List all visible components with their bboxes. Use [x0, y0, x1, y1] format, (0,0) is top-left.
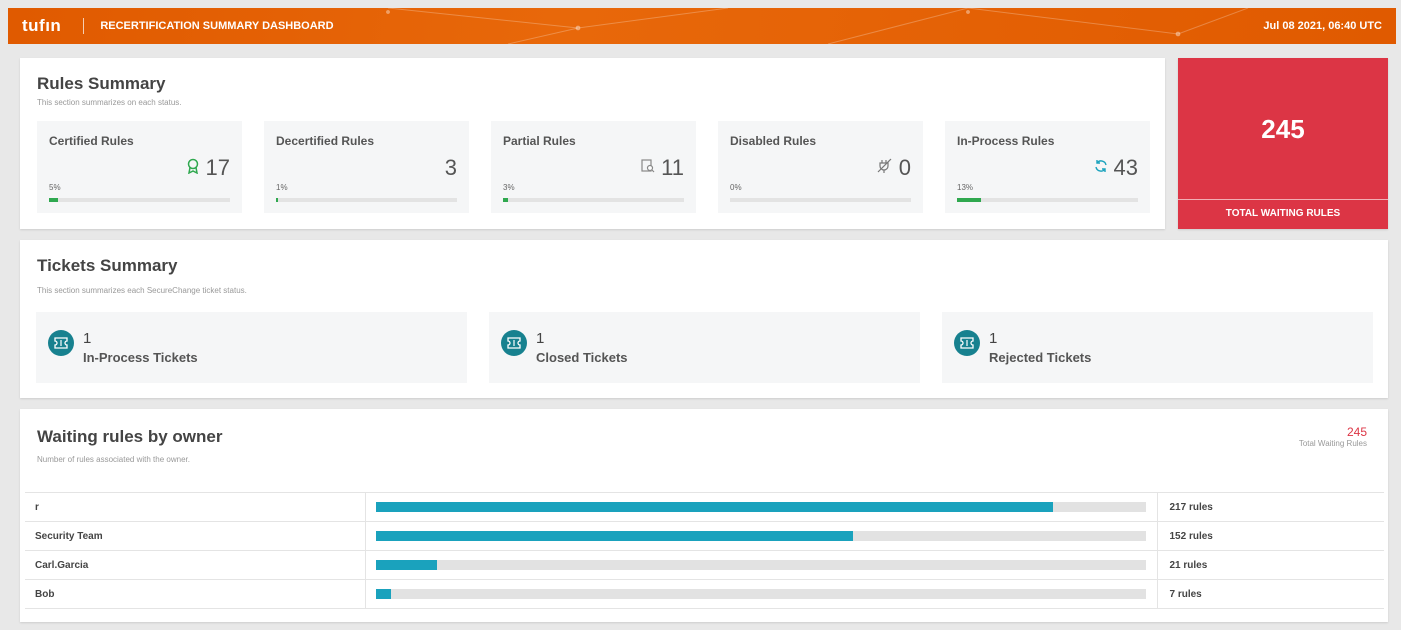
stat-certified-rules[interactable]: Certified Rules 17 5% [37, 121, 242, 213]
plug-off-icon [877, 158, 893, 178]
owner-total: 245 Total Waiting Rules [1299, 425, 1367, 448]
ticket-count: 1 [536, 330, 545, 347]
stat-in-process-rules[interactable]: In-Process Rules 43 13% [945, 121, 1150, 213]
owner-bar-cell [364, 492, 1158, 522]
header-datetime: Jul 08 2021, 06:40 UTC [1263, 20, 1382, 32]
owner-section-subtitle: Number of rules associated with the owne… [37, 455, 190, 464]
stat-disabled-rules[interactable]: Disabled Rules 0 0% [718, 121, 923, 213]
total-waiting-rules-card[interactable]: 245 TOTAL WAITING RULES [1178, 58, 1388, 229]
owner-bar-fill [375, 589, 391, 599]
ticket-icon [501, 330, 527, 356]
top-header: tufın RECERTIFICATION SUMMARY DASHBOARD … [8, 8, 1396, 44]
owner-name: Carl.Garcia [25, 550, 365, 580]
ticket-label: Rejected Tickets [989, 350, 1092, 365]
stat-progress-bar [49, 198, 230, 202]
header-divider [83, 18, 85, 34]
refresh-icon [1094, 159, 1108, 177]
ticket-count: 1 [83, 330, 92, 347]
stat-progress-fill [49, 198, 59, 202]
owner-name: r [25, 492, 365, 522]
owner-section-title: Waiting rules by owner [37, 427, 223, 446]
stat-decertified-rules[interactable]: Decertified Rules 3 1% [264, 121, 469, 213]
owner-bar-cell [364, 521, 1158, 551]
stat-label: In-Process Rules [957, 134, 1055, 148]
owner-table: r 217 rules Security Team 152 rules Carl… [25, 492, 1384, 609]
owner-total-label: Total Waiting Rules [1298, 439, 1367, 448]
table-row[interactable]: Security Team 152 rules [25, 521, 1384, 551]
owner-bar-fill [375, 531, 853, 541]
tufin-logo[interactable]: tufın [22, 16, 61, 36]
stat-value: 17 [205, 155, 230, 180]
stat-progress-bar [730, 198, 911, 202]
stat-label: Disabled Rules [730, 134, 817, 148]
owner-total-value: 245 [1346, 425, 1367, 439]
owner-bar-cell [364, 550, 1158, 580]
ribbon-award-icon [186, 158, 200, 178]
tickets-summary-title: Tickets Summary [37, 256, 178, 275]
table-row[interactable]: Bob 7 rules [25, 579, 1384, 609]
ticket-label: Closed Tickets [536, 350, 628, 365]
stat-percent: 5% [49, 183, 61, 192]
stat-percent: 13% [957, 183, 974, 192]
owner-bar-fill [375, 502, 1054, 512]
stat-partial-rules[interactable]: Partial Rules 11 3% [491, 121, 696, 213]
tickets-summary-card: Tickets Summary This section summarizes … [20, 240, 1388, 398]
ticket-label: In-Process Tickets [83, 350, 198, 365]
owner-rule-count: 217 rules [1157, 492, 1384, 522]
document-search-icon [641, 159, 655, 177]
rules-summary-subtitle: This section summarizes on each status. [37, 98, 182, 107]
owner-bar-cell [364, 579, 1158, 609]
owner-rule-count: 152 rules [1157, 521, 1384, 551]
total-waiting-divider [1178, 199, 1388, 200]
rules-summary-card: Rules Summary This section summarizes on… [20, 58, 1165, 229]
table-row[interactable]: Carl.Garcia 21 rules [25, 550, 1384, 580]
ticket-icon [954, 330, 980, 356]
owner-bar [375, 502, 1146, 512]
rules-summary-title: Rules Summary [37, 74, 166, 93]
stat-progress-fill [503, 198, 509, 202]
stat-percent: 0% [730, 183, 742, 192]
stat-value: 3 [444, 155, 457, 180]
stat-progress-bar [276, 198, 457, 202]
stat-progress-bar [957, 198, 1138, 202]
stat-progress-bar [503, 198, 684, 202]
owner-bar [375, 589, 1146, 599]
owner-bar [375, 560, 1146, 570]
owner-name: Security Team [25, 521, 365, 551]
table-row[interactable]: r 217 rules [25, 492, 1384, 522]
tickets-summary-subtitle: This section summarizes each SecureChang… [37, 286, 247, 295]
owner-bar-fill [375, 560, 438, 570]
stat-percent: 3% [503, 183, 515, 192]
ticket-in-process[interactable]: 1 In-Process Tickets [36, 312, 467, 383]
total-waiting-value: 245 [1261, 114, 1305, 144]
stat-percent: 1% [276, 183, 288, 192]
ticket-count: 1 [989, 330, 998, 347]
stat-value: 0 [898, 155, 911, 180]
ticket-icon [48, 330, 74, 356]
stat-value: 11 [661, 155, 684, 180]
stat-label: Partial Rules [503, 134, 576, 148]
owner-bar [375, 531, 1146, 541]
stat-label: Certified Rules [49, 134, 134, 148]
dashboard-title: RECERTIFICATION SUMMARY DASHBOARD [100, 20, 334, 32]
owner-name: Bob [25, 579, 365, 609]
stat-progress-fill [957, 198, 981, 202]
stat-value: 43 [1113, 155, 1138, 180]
ticket-rejected[interactable]: 1 Rejected Tickets [942, 312, 1373, 383]
ticket-closed[interactable]: 1 Closed Tickets [489, 312, 920, 383]
stat-label: Decertified Rules [276, 134, 375, 148]
total-waiting-label: TOTAL WAITING RULES [1225, 208, 1341, 219]
waiting-rules-by-owner-card: Waiting rules by owner Number of rules a… [20, 409, 1388, 622]
stat-progress-fill [276, 198, 278, 202]
owner-rule-count: 21 rules [1157, 550, 1384, 580]
owner-rule-count: 7 rules [1157, 579, 1384, 609]
